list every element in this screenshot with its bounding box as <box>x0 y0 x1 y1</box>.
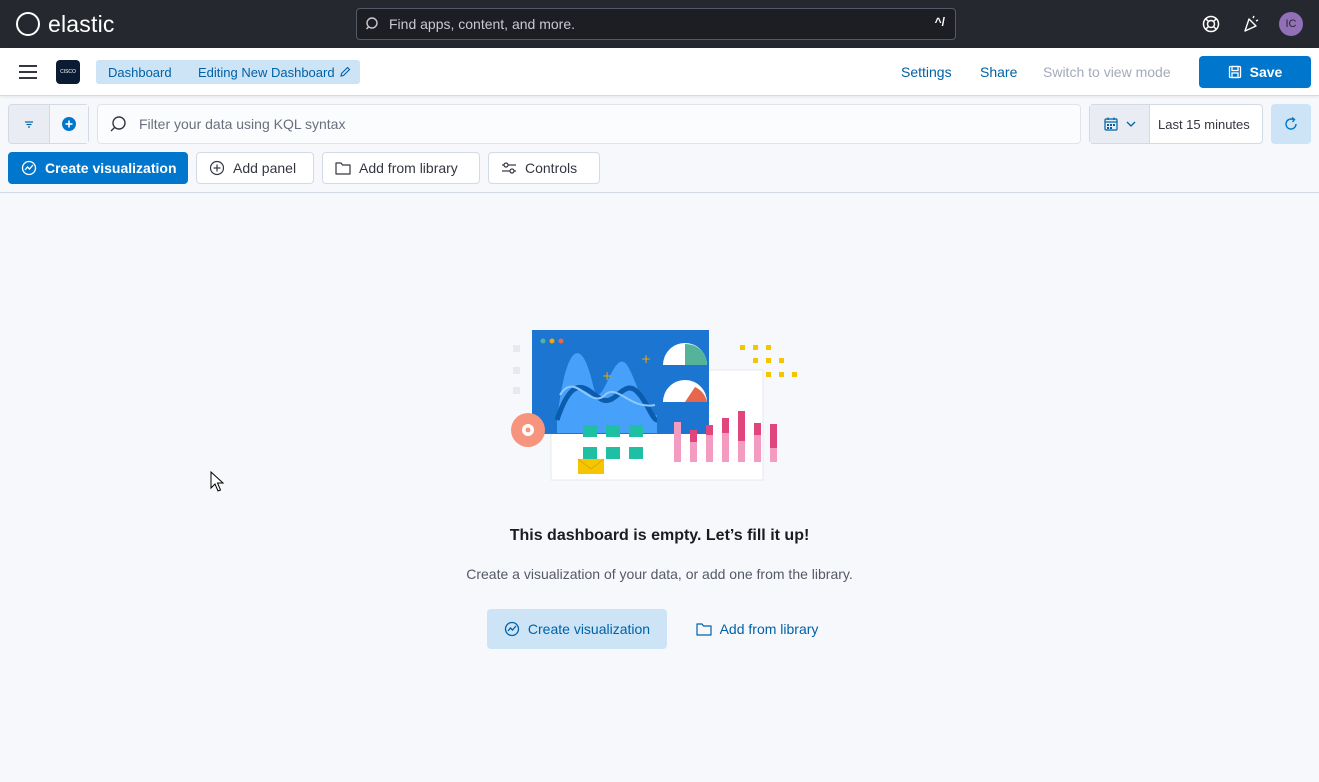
pencil-icon <box>339 66 350 77</box>
breadcrumb-dashboard[interactable]: Dashboard <box>96 60 190 84</box>
add-filter-button[interactable] <box>48 105 88 143</box>
save-icon <box>1228 65 1241 79</box>
toolbar-divider <box>0 192 1319 193</box>
svg-text:+: + <box>641 352 651 366</box>
time-range-label[interactable]: Last 15 minutes <box>1158 117 1250 132</box>
add-from-library-label: Add from library <box>359 160 458 176</box>
elastic-logo[interactable]: elastic <box>16 11 115 38</box>
search-shortcut-badge: ^/ <box>934 15 945 29</box>
search-icon <box>110 116 126 132</box>
visualize-app-icon <box>504 621 520 637</box>
visualize-app-icon <box>21 160 37 176</box>
switch-to-view-mode-link[interactable]: Switch to view mode <box>1043 64 1171 80</box>
empty-dashboard-illustration: + + <box>511 330 797 481</box>
quick-menu-button[interactable] <box>1090 105 1150 143</box>
create-visualization-button[interactable]: Create visualization <box>8 152 188 184</box>
calendar-icon <box>1103 117 1118 131</box>
user-avatar[interactable]: IC <box>1279 12 1303 36</box>
date-picker: Last 15 minutes <box>1089 104 1263 144</box>
share-link[interactable]: Share <box>980 64 1017 80</box>
filter-buttons <box>8 104 89 144</box>
empty-create-visualization-label: Create visualization <box>527 621 651 637</box>
svg-text:+: + <box>602 369 612 383</box>
kql-placeholder: Filter your data using KQL syntax <box>139 116 346 132</box>
app-header: CISCO Dashboard Editing New Dashboard Se… <box>0 48 1319 96</box>
space-avatar[interactable]: CISCO <box>56 60 80 84</box>
breadcrumb-editing[interactable]: Editing New Dashboard <box>178 60 360 84</box>
save-button[interactable]: Save <box>1199 56 1311 88</box>
folder-icon <box>335 162 351 175</box>
menu-icon[interactable] <box>19 65 37 79</box>
add-panel-button[interactable]: Add panel <box>196 152 314 184</box>
filter-icon <box>24 121 33 128</box>
settings-link[interactable]: Settings <box>901 64 952 80</box>
create-visualization-label: Create visualization <box>45 160 177 176</box>
controls-label: Controls <box>525 160 578 176</box>
news-feed-icon[interactable] <box>1241 14 1261 34</box>
breadcrumb-editing-label: Editing New Dashboard <box>198 64 335 80</box>
help-icon[interactable] <box>1201 14 1221 34</box>
brand-name: elastic <box>48 10 115 37</box>
refresh-button[interactable] <box>1271 104 1311 144</box>
controls-button[interactable]: Controls <box>488 152 600 184</box>
global-search-placeholder: Find apps, content, and more. <box>389 16 575 32</box>
chevron-down-icon <box>1126 121 1135 127</box>
folder-icon <box>695 623 712 636</box>
global-search-input[interactable]: Find apps, content, and more. ^/ <box>356 8 956 40</box>
empty-state-title: This dashboard is empty. Let’s fill it u… <box>509 527 810 544</box>
search-icon <box>366 17 378 30</box>
mouse-pointer-icon <box>210 471 224 492</box>
filter-options-button[interactable] <box>9 105 49 143</box>
plus-in-circle-icon <box>209 160 225 176</box>
save-label: Save <box>1249 64 1283 80</box>
plus-circle-icon <box>61 117 76 131</box>
add-panel-label: Add panel <box>233 160 297 176</box>
add-from-library-button[interactable]: Add from library <box>322 152 480 184</box>
kql-query-input[interactable]: Filter your data using KQL syntax <box>97 104 1081 144</box>
empty-add-from-library-button[interactable]: Add from library <box>685 609 829 649</box>
empty-create-visualization-button[interactable]: Create visualization <box>487 609 667 649</box>
empty-state-subtitle: Create a visualization of your data, or … <box>466 566 853 582</box>
elastic-logo-icon <box>16 12 40 36</box>
controls-icon <box>502 162 516 174</box>
empty-add-from-library-label: Add from library <box>719 621 819 637</box>
refresh-icon <box>1285 116 1297 130</box>
global-header: elastic Find apps, content, and more. ^/… <box>0 0 1319 48</box>
